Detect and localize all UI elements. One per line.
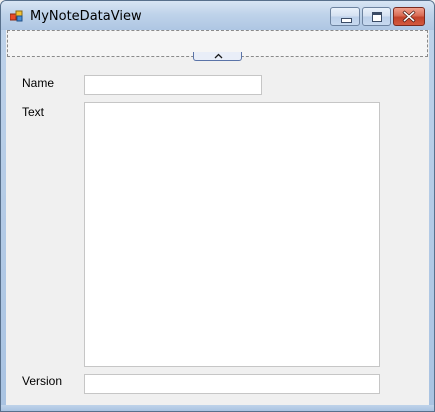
close-icon xyxy=(402,10,416,23)
window-bottom-border xyxy=(1,405,434,411)
version-field[interactable] xyxy=(84,374,380,394)
collapse-panel-button[interactable] xyxy=(193,52,242,61)
chevron-up-icon xyxy=(214,53,223,59)
maximize-icon xyxy=(372,12,382,22)
version-label: Version xyxy=(22,374,63,388)
maximize-button[interactable] xyxy=(362,7,391,26)
close-button[interactable] xyxy=(393,7,425,26)
title-bar[interactable]: MyNoteDataView xyxy=(1,1,434,30)
window-title: MyNoteDataView xyxy=(30,9,142,24)
app-window: MyNoteDataView Name Text Version xyxy=(0,0,435,412)
text-label: Text xyxy=(22,105,45,119)
app-form-icon xyxy=(10,10,23,22)
minimize-button[interactable] xyxy=(330,7,360,26)
form-client-area: Name Text Version xyxy=(6,30,429,405)
name-label: Name xyxy=(22,76,55,90)
name-field[interactable] xyxy=(84,75,262,95)
minimize-icon xyxy=(341,18,352,23)
text-field[interactable] xyxy=(84,102,380,367)
